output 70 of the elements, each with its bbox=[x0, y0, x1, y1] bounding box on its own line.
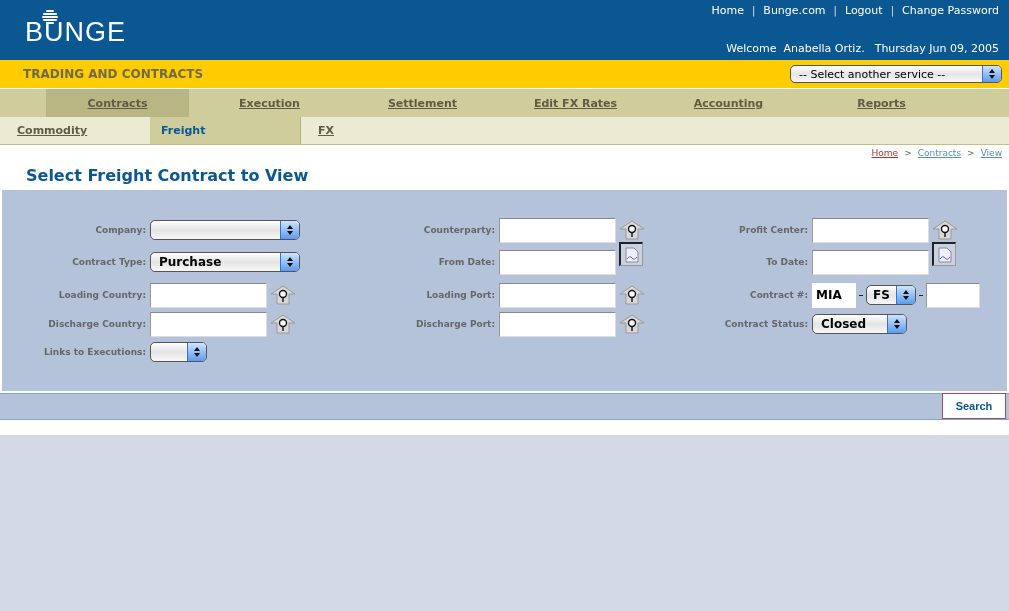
logo-circle-icon bbox=[42, 10, 58, 24]
stepper-arrows-icon bbox=[286, 224, 294, 236]
field-label: Company: bbox=[95, 225, 147, 235]
separator-text: | bbox=[890, 5, 894, 16]
lookup-pin-icon[interactable] bbox=[619, 314, 645, 334]
input-field[interactable] bbox=[499, 282, 616, 308]
field-label: Loading Port: bbox=[426, 290, 496, 300]
header-link[interactable]: Change Password bbox=[902, 4, 999, 17]
date-field[interactable] bbox=[499, 249, 616, 275]
lookup-pin-icon[interactable] bbox=[619, 220, 645, 240]
header-link[interactable]: Bunge.com bbox=[763, 4, 826, 17]
field-label: Links to Executions: bbox=[43, 347, 147, 357]
nav-tab[interactable]: Edit FX Rates bbox=[499, 89, 652, 117]
welcome-text: Welcome Anabella Ortiz. bbox=[726, 42, 865, 55]
date-text: Thursday Jun 09, 2005 bbox=[874, 42, 999, 55]
section-title: TRADING AND CONTRACTS bbox=[23, 67, 204, 81]
nav-tab[interactable]: Settlement bbox=[346, 89, 499, 117]
stepper-arrows-icon bbox=[902, 289, 910, 301]
input-field[interactable] bbox=[499, 217, 616, 243]
prefix-field[interactable]: MIA bbox=[812, 282, 856, 308]
field-label: To Date: bbox=[766, 257, 809, 267]
page-title: Select Freight Contract to View bbox=[26, 166, 310, 185]
select-dropdown[interactable] bbox=[150, 220, 300, 240]
nav-tab[interactable]: Commodity bbox=[0, 117, 150, 144]
header-link[interactable]: Home bbox=[711, 4, 744, 17]
field-label: Contract Type: bbox=[72, 257, 147, 267]
nav-tab[interactable]: Accounting bbox=[652, 89, 805, 117]
separator-text: | bbox=[833, 5, 837, 16]
select-dropdown[interactable]: Purchase bbox=[150, 252, 300, 272]
breadcrumb-link[interactable]: Contracts bbox=[917, 148, 962, 160]
input-field[interactable] bbox=[812, 217, 929, 243]
calendar-button[interactable] bbox=[619, 242, 643, 266]
field-label: Profit Center: bbox=[739, 225, 809, 235]
stepper-arrows-icon bbox=[893, 318, 901, 330]
field-label: Discharge Country: bbox=[48, 319, 147, 329]
input-field[interactable] bbox=[150, 282, 267, 308]
stepper-arrows-icon bbox=[286, 256, 294, 268]
separator-text: | bbox=[751, 5, 756, 16]
stepper-arrows-icon bbox=[988, 68, 996, 80]
breadcrumb-link[interactable]: Home bbox=[871, 148, 899, 160]
field-label: From Date: bbox=[438, 257, 496, 267]
stepper-arrows-icon bbox=[193, 346, 201, 358]
nav-tab[interactable]: Execution bbox=[193, 89, 346, 117]
select-dropdown[interactable]: -- Select another service -- bbox=[790, 65, 1002, 83]
lookup-pin-icon[interactable] bbox=[270, 285, 296, 305]
field-label: Contract Status: bbox=[724, 319, 809, 329]
calendar-button[interactable] bbox=[932, 242, 956, 266]
input-field[interactable] bbox=[150, 311, 267, 337]
lookup-pin-icon[interactable] bbox=[932, 220, 958, 240]
field-label: Contract #: bbox=[750, 290, 809, 300]
select-dropdown[interactable]: Closed bbox=[812, 314, 907, 334]
breadcrumb-separator: > bbox=[904, 148, 912, 160]
nav-tab[interactable]: Reports bbox=[805, 89, 958, 117]
search-button[interactable]: Search bbox=[942, 393, 1006, 419]
logo-text: BUNGE bbox=[25, 17, 127, 47]
field-label: Counterparty: bbox=[423, 225, 496, 235]
breadcrumb-separator: > bbox=[967, 148, 975, 160]
field-label: Loading Country: bbox=[58, 290, 147, 300]
input-field[interactable] bbox=[499, 311, 616, 337]
date-field[interactable] bbox=[812, 249, 929, 275]
select-dropdown[interactable]: FS bbox=[866, 285, 916, 305]
breadcrumb-link[interactable]: View bbox=[980, 148, 1002, 160]
header-link[interactable]: Logout bbox=[844, 4, 883, 17]
field-label: Discharge Port: bbox=[416, 319, 496, 329]
nav-tab[interactable]: Freight bbox=[150, 117, 301, 144]
number-field[interactable] bbox=[926, 282, 980, 308]
lookup-pin-icon[interactable] bbox=[270, 314, 296, 334]
lookup-pin-icon[interactable] bbox=[619, 285, 645, 305]
select-dropdown[interactable] bbox=[150, 342, 207, 362]
nav-tab[interactable]: FX bbox=[301, 117, 451, 144]
